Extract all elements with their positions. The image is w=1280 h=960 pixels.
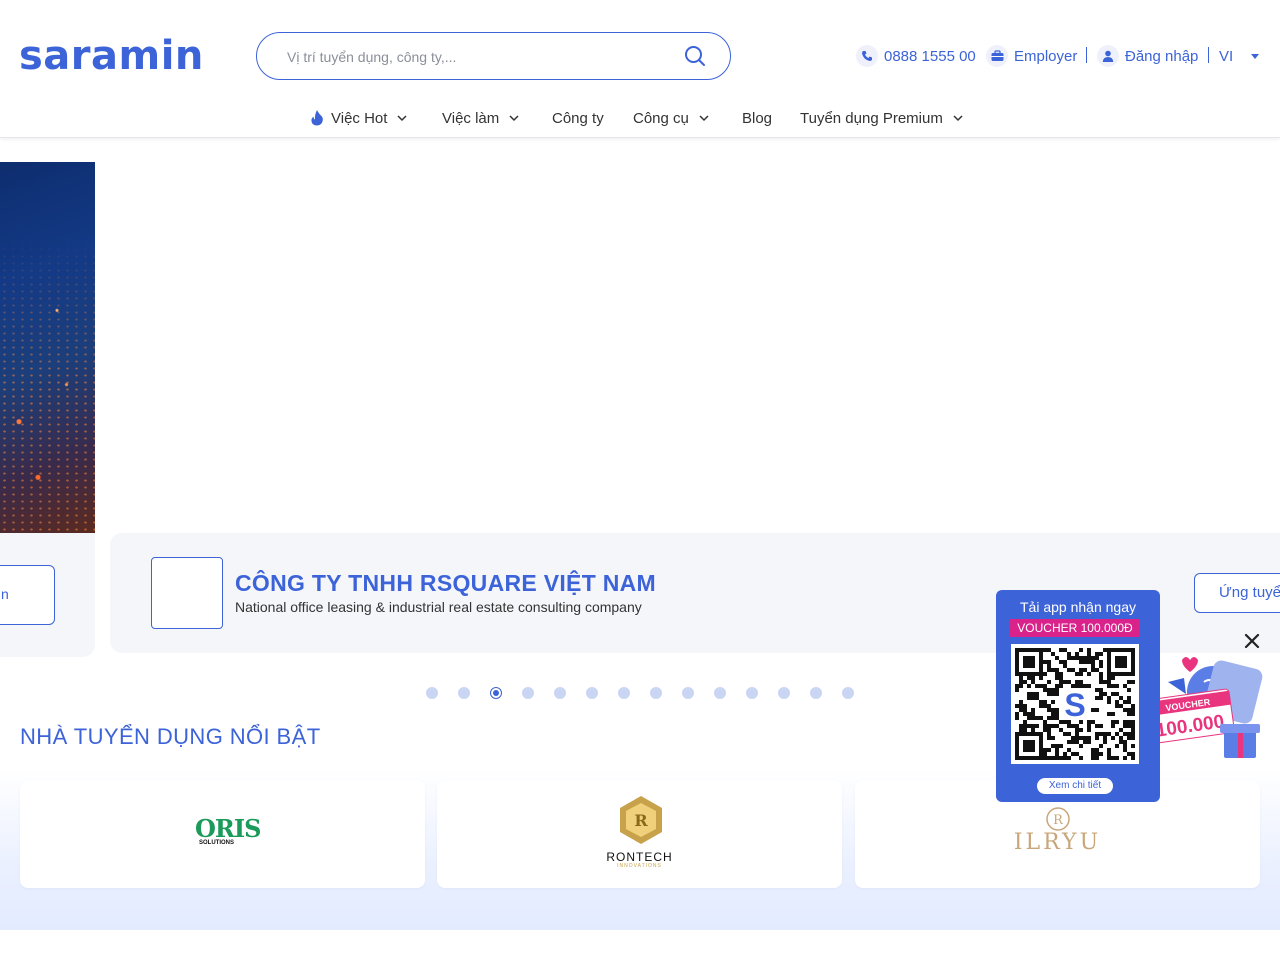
login-link[interactable]: Đăng nhập (1097, 44, 1198, 68)
banner-image[interactable] (0, 162, 95, 533)
employer-logo-text: RONTECH (606, 850, 673, 864)
carousel-dot[interactable] (842, 687, 854, 699)
search-icon[interactable] (684, 45, 706, 67)
rontech-logo-icon: R (620, 796, 662, 844)
nav-cong-cu[interactable]: Công cụ (633, 106, 709, 130)
nav-item-label: Việc Hot (331, 109, 388, 127)
divider (1208, 47, 1209, 63)
phone-link[interactable]: 0888 1555 00 (856, 44, 976, 68)
employer-logo: ORIS SOLUTIONS (195, 814, 261, 846)
view-details-link[interactable]: Xem chi tiết (1037, 778, 1113, 794)
nav-tuyen-dung-premium[interactable]: Tuyển dụng Premium (800, 106, 963, 130)
qr-code-image: S (1015, 648, 1135, 760)
search-input[interactable] (287, 45, 667, 69)
user-icon (1097, 45, 1119, 67)
carousel-pagination (426, 687, 874, 699)
voucher-badge: VOUCHER 100.000Đ (1010, 619, 1140, 637)
chevron-down-icon (699, 115, 709, 122)
nav-item-label: Tuyển dụng Premium (800, 109, 943, 127)
employer-logo-subtext: INNOVATIONS (617, 863, 662, 869)
nav-item-label: Công cụ (633, 109, 689, 127)
carousel-dot[interactable] (714, 687, 726, 699)
section-title: NHÀ TUYỂN DỤNG NỔI BẬT (20, 724, 321, 749)
carousel-dot[interactable] (586, 687, 598, 699)
carousel-dot[interactable] (746, 687, 758, 699)
close-icon[interactable] (1241, 630, 1263, 652)
employer-label: Employer (1014, 47, 1078, 65)
employer-link[interactable]: Employer (986, 44, 1077, 68)
chevron-down-icon (509, 115, 519, 122)
employer-card[interactable]: R RONTECH INNOVATIONS (437, 780, 842, 888)
nav-cong-ty[interactable]: Công ty (552, 106, 604, 130)
carousel-dot[interactable] (426, 687, 438, 699)
briefcase-icon (986, 45, 1008, 67)
company-name[interactable]: CÔNG TY TNHH RSQUARE VIỆT NAM (235, 570, 656, 597)
nav-item-label: Việc làm (442, 109, 500, 127)
app-download-popup[interactable]: Tải app nhận ngay VOUCHER 100.000Đ S Xem… (996, 590, 1160, 802)
phone-number: 0888 1555 00 (884, 47, 976, 65)
previous-slide-button[interactable]: n (0, 565, 55, 625)
site-header: saramin 0888 1555 00 Employer (0, 0, 1280, 138)
employer-card[interactable]: ORIS SOLUTIONS (20, 780, 425, 888)
language-selector[interactable]: VI (1219, 44, 1260, 68)
qr-logo-icon: S (1064, 687, 1085, 723)
carousel-dot[interactable] (778, 687, 790, 699)
carousel-dot[interactable] (810, 687, 822, 699)
carousel-dot[interactable] (618, 687, 630, 699)
divider (1086, 47, 1087, 63)
language-label: VI (1219, 47, 1234, 65)
carousel-dot[interactable] (682, 687, 694, 699)
caret-down-icon (1251, 53, 1260, 59)
search-box (256, 32, 731, 80)
nav-viec-hot[interactable]: Việc Hot (310, 106, 407, 130)
nav-item-label: Blog (742, 109, 773, 127)
login-label: Đăng nhập (1125, 47, 1199, 65)
popup-title: Tải app nhận ngay (1020, 599, 1136, 615)
nav-item-label: Công ty (552, 109, 604, 127)
chevron-down-icon (953, 115, 963, 122)
carousel-dot[interactable] (490, 687, 502, 699)
svg-text:R: R (634, 811, 648, 830)
page: saramin 0888 1555 00 Employer (0, 0, 1280, 960)
qr-code[interactable]: S (1011, 644, 1139, 764)
ilryu-emblem-icon: R (1046, 807, 1070, 831)
saramin-logo[interactable]: saramin (19, 33, 204, 79)
phone-icon (856, 45, 878, 67)
employer-logo-text: ORIS (195, 814, 261, 843)
carousel-dot[interactable] (522, 687, 534, 699)
company-description: National office leasing & industrial rea… (235, 599, 642, 615)
chevron-down-icon (397, 115, 407, 122)
employer-logo-text: ILRYU (1013, 830, 1102, 855)
svg-text:R: R (1053, 813, 1064, 828)
carousel-dot[interactable] (650, 687, 662, 699)
nav-blog[interactable]: Blog (742, 106, 772, 130)
nav-viec-lam[interactable]: Việc làm (442, 106, 519, 130)
company-logo[interactable] (151, 557, 223, 629)
carousel-dot[interactable] (458, 687, 470, 699)
carousel-dot[interactable] (554, 687, 566, 699)
apply-button[interactable]: Ứng tuyển (1194, 573, 1280, 613)
voucher-promo-illustration[interactable]: VOUCHER 100.000 (1148, 650, 1263, 765)
fire-icon (311, 110, 323, 126)
